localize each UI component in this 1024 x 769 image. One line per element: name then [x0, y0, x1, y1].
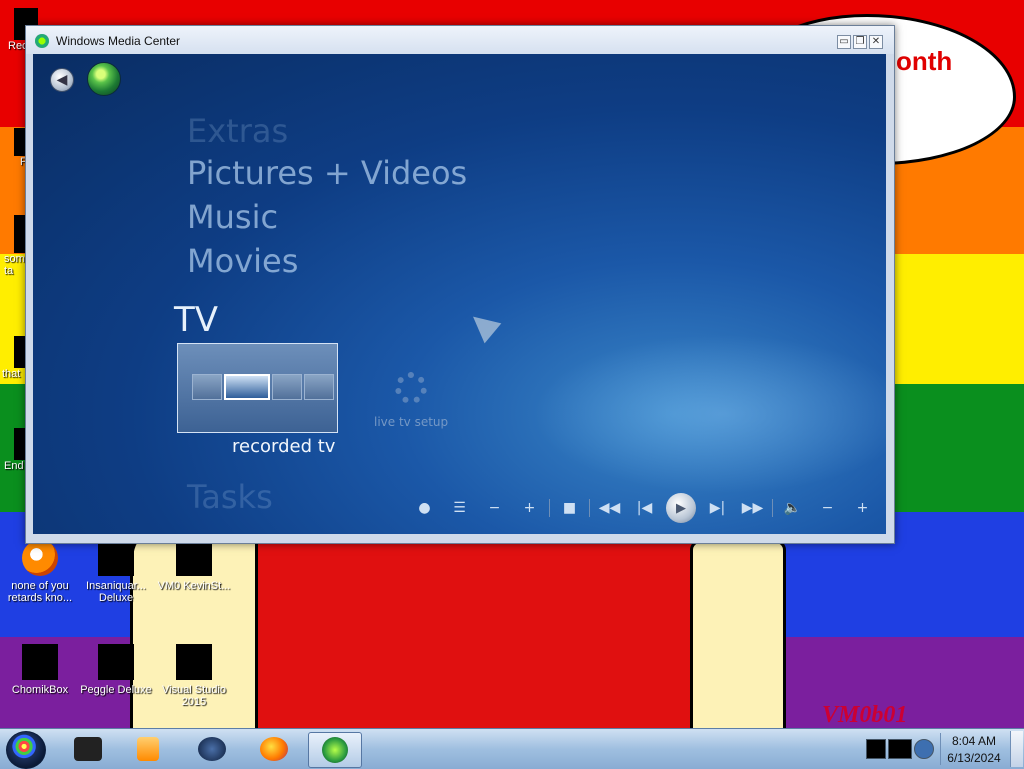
taskbar-media-player[interactable]	[122, 732, 174, 766]
peggle-icon	[98, 644, 134, 680]
media-center-icon	[322, 737, 348, 763]
thumbnail	[192, 374, 222, 400]
fast-forward-button[interactable]: ▶▶	[735, 492, 770, 524]
window-title: Windows Media Center	[56, 34, 181, 48]
desktop-icon-chomikbox[interactable]: ChomikBox	[2, 644, 78, 696]
play-button[interactable]: ▶	[666, 493, 696, 523]
firefox-icon	[260, 737, 288, 761]
clock-date[interactable]: 6/13/2024	[946, 751, 1002, 765]
menu-tv[interactable]: TV	[174, 300, 218, 340]
back-button[interactable]: ◀	[50, 68, 74, 92]
game-icon	[98, 540, 134, 576]
desktop-icon-peggle[interactable]: Peggle Deluxe	[78, 644, 154, 696]
divider	[589, 499, 590, 517]
menu-pictures-videos[interactable]: Pictures + Videos	[187, 154, 467, 192]
menu-movies[interactable]: Movies	[187, 242, 298, 280]
desktop-icon-label: VM0 KevinSt...	[157, 580, 231, 592]
media-center-start-button[interactable]	[87, 62, 121, 96]
recorded-tv-thumbnails	[192, 374, 334, 400]
taskbar: 8:04 AM 6/13/2024	[0, 728, 1024, 769]
transport-controls: ● ☰ − + ■ ◀◀ |◀ ▶ ▶| ▶▶ 🔈 − +	[407, 490, 880, 526]
media-center-content: ◀ Extras Pictures + Videos Music Movies …	[33, 54, 886, 534]
start-button[interactable]	[6, 731, 46, 769]
channel-down-button[interactable]: −	[477, 492, 512, 524]
app-icon	[198, 737, 226, 761]
desktop-icon-label: none of you retards kno...	[7, 580, 73, 604]
thumbnail-selected	[224, 374, 270, 400]
media-center-icon	[35, 34, 49, 48]
taskbar-firefox[interactable]	[248, 732, 300, 766]
divider	[940, 733, 941, 765]
record-button[interactable]: ●	[407, 492, 442, 524]
mute-button[interactable]: 🔈	[775, 492, 810, 524]
gear-icon[interactable]	[395, 372, 427, 404]
clock-time[interactable]: 8:04 AM	[949, 734, 999, 748]
previous-button[interactable]: |◀	[627, 492, 662, 524]
media-center-window[interactable]: Windows Media Center ▭ ❐ ✕ ◀ Extras Pict…	[25, 25, 895, 544]
desktop-icon-label: Peggle Deluxe	[80, 684, 152, 696]
desktop-icon-insaniquarium[interactable]: Insaniquar... Deluxe	[78, 540, 154, 604]
window-titlebar[interactable]: Windows Media Center ▭ ❐ ✕	[26, 26, 894, 54]
live-tv-setup-label[interactable]: live tv setup	[374, 415, 448, 429]
taskbar-media-center[interactable]	[308, 732, 362, 768]
next-button[interactable]: ▶|	[700, 492, 735, 524]
desktop-icon-label: Visual Studio 2015	[161, 684, 226, 708]
mouse-pointer-icon	[464, 306, 502, 344]
menu-music[interactable]: Music	[187, 198, 278, 236]
desktop-icon-label: ChomikBox	[11, 684, 69, 696]
channel-up-button[interactable]: +	[512, 492, 547, 524]
visual-studio-icon	[176, 644, 212, 680]
restore-button[interactable]: ❐	[853, 35, 867, 49]
menu-tasks[interactable]: Tasks	[187, 478, 273, 516]
desktop-icon-visual-studio[interactable]: Visual Studio 2015	[156, 644, 232, 708]
chomikbox-icon	[22, 644, 58, 680]
cartoon-shirt	[255, 530, 711, 728]
recorded-tv-tile[interactable]	[177, 343, 338, 433]
guide-button[interactable]: ☰	[442, 492, 477, 524]
app-icon	[74, 737, 102, 761]
background-glow	[533, 334, 886, 494]
taskbar-pinned-app-3[interactable]	[186, 732, 238, 766]
volume-down-button[interactable]: −	[810, 492, 845, 524]
tray-volume-icon[interactable]	[914, 739, 934, 759]
desktop-icon-label: Insaniquar... Deluxe	[86, 580, 146, 604]
taskbar-pinned-app-1[interactable]	[62, 732, 114, 766]
wallpaper-watermark: VM0b01	[822, 702, 908, 728]
divider	[772, 499, 773, 517]
desktop-icon-vm0-kevinst[interactable]: VM0 KevinSt...	[156, 540, 232, 592]
thumbnail	[272, 374, 302, 400]
volume-up-button[interactable]: +	[845, 492, 880, 524]
menu-extras[interactable]: Extras	[187, 112, 288, 150]
shortcut-icon	[22, 540, 58, 576]
file-icon	[176, 540, 212, 576]
close-button[interactable]: ✕	[869, 35, 883, 49]
recorded-tv-label: recorded tv	[232, 436, 336, 457]
show-desktop-button[interactable]	[1010, 731, 1023, 767]
tray-network-icon[interactable]	[866, 739, 886, 759]
rewind-button[interactable]: ◀◀	[592, 492, 627, 524]
media-player-icon	[137, 737, 159, 761]
desktop-icon-none-of-you[interactable]: none of you retards kno...	[2, 540, 78, 604]
thumbnail	[304, 374, 334, 400]
cartoon-arm	[690, 540, 786, 728]
speech-bubble-text: onth	[896, 46, 953, 76]
divider	[549, 499, 550, 517]
stop-button[interactable]: ■	[552, 492, 587, 524]
minimize-button[interactable]: ▭	[837, 35, 851, 49]
tray-app-icon[interactable]	[888, 739, 912, 759]
